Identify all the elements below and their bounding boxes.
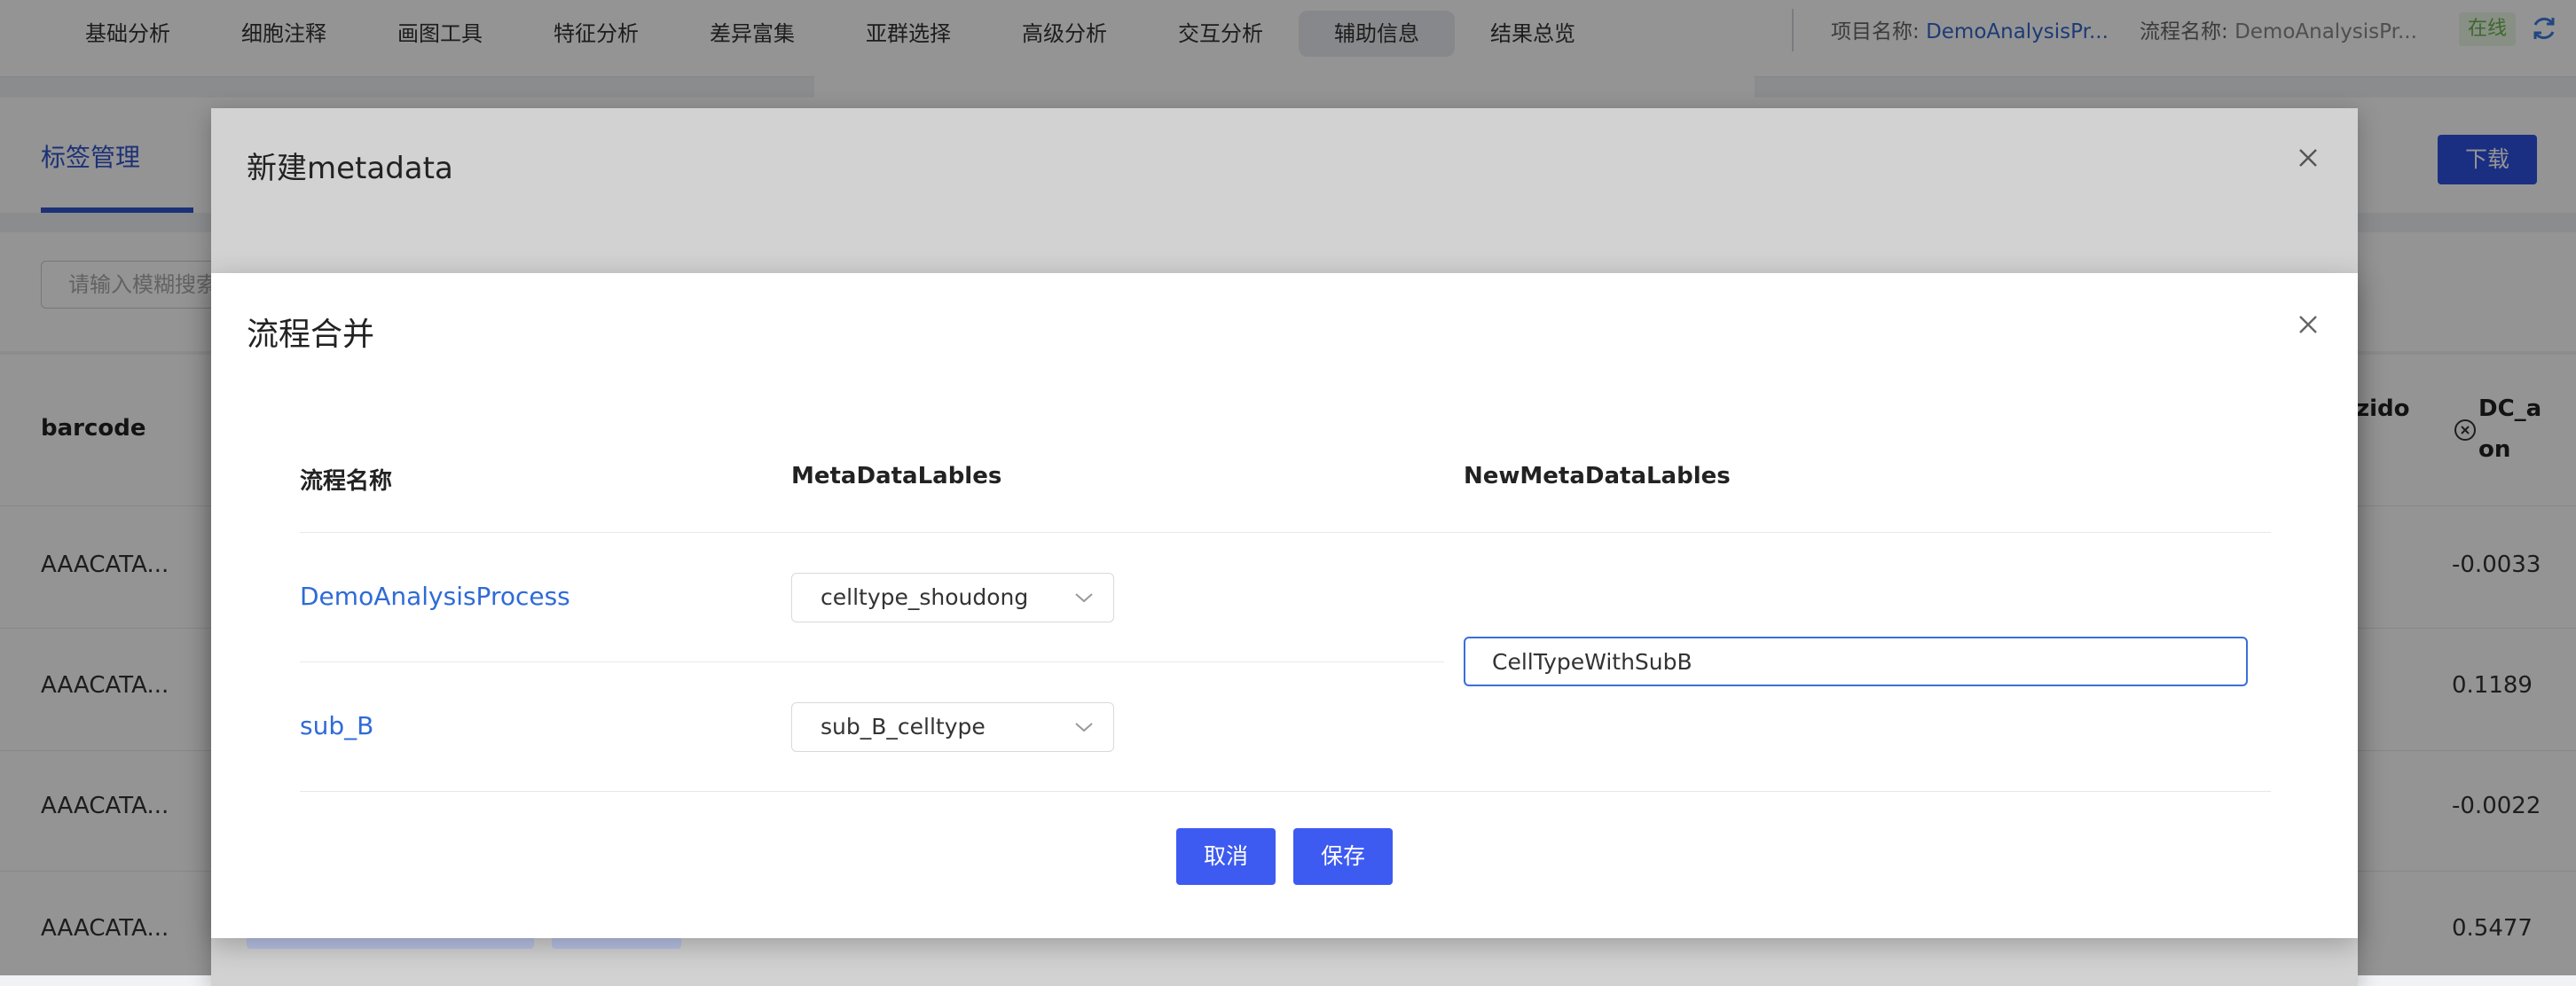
- close-icon[interactable]: [2296, 312, 2321, 337]
- process-merge-modal-title: 流程合并: [247, 317, 375, 353]
- column-header-metadata-labels: MetaDataLables: [791, 463, 1002, 489]
- table-divider: [300, 791, 2271, 792]
- save-button[interactable]: 保存: [1293, 828, 1393, 885]
- metadata-label-select[interactable]: celltype_shoudong: [791, 573, 1114, 622]
- process-link-sub-b[interactable]: sub_B: [300, 711, 373, 740]
- new-metadata-modal-title: 新建metadata: [247, 151, 453, 186]
- column-header-new-metadata-labels: NewMetaDataLables: [1464, 463, 1731, 489]
- chevron-down-icon: [1075, 723, 1093, 732]
- metadata-label-select[interactable]: sub_B_celltype: [791, 702, 1114, 752]
- metadata-label-select-value: sub_B_celltype: [821, 714, 986, 740]
- chevron-down-icon: [1075, 593, 1093, 603]
- new-metadata-label-input[interactable]: [1464, 637, 2248, 686]
- column-header-process-name: 流程名称: [300, 468, 393, 495]
- close-icon[interactable]: [2296, 145, 2321, 170]
- table-divider: [300, 661, 1444, 662]
- metadata-label-select-value: celltype_shoudong: [821, 584, 1029, 610]
- table-divider: [300, 532, 2271, 533]
- cancel-button[interactable]: 取消: [1176, 828, 1276, 885]
- process-link-demo[interactable]: DemoAnalysisProcess: [300, 582, 570, 611]
